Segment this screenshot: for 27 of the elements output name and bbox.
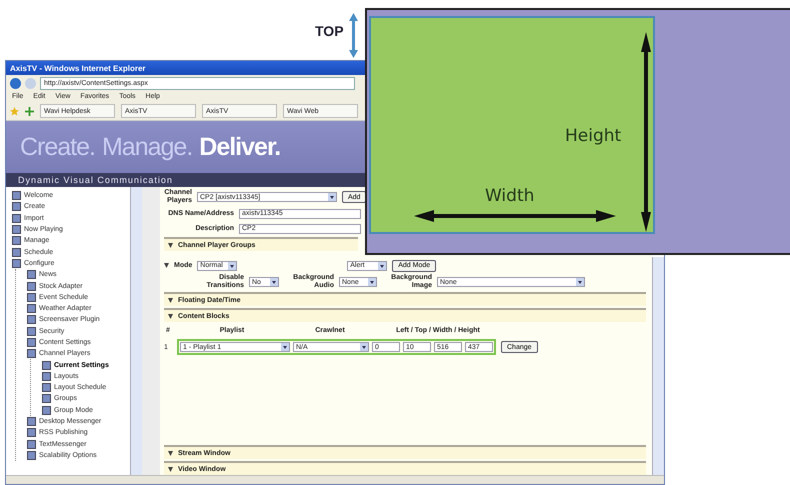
add-favorite-icon[interactable] <box>25 106 34 116</box>
dropdown-caret-icon <box>270 278 278 286</box>
triangle-icon <box>168 450 173 456</box>
banner-slogan-word: Create. <box>20 132 95 162</box>
dropdown-caret-icon <box>228 262 236 270</box>
dropdown-caret-icon <box>360 343 368 351</box>
star-icon[interactable] <box>10 106 19 116</box>
double-arrow-icon <box>349 13 358 58</box>
dropdown-caret-icon <box>576 278 584 286</box>
scrollbar[interactable] <box>652 257 664 475</box>
triangle-icon <box>168 242 173 248</box>
triangle-icon <box>168 298 173 302</box>
triangle-icon <box>168 466 173 472</box>
height-label: Height <box>565 126 622 146</box>
banner-slogan-word: Manage. <box>102 132 192 162</box>
dropdown-caret-icon <box>378 262 386 270</box>
top-label: TOP <box>315 23 344 39</box>
dropdown-caret-icon <box>281 343 289 351</box>
scrollbar[interactable] <box>130 187 142 475</box>
triangle-icon <box>168 314 173 318</box>
forward-icon[interactable] <box>25 78 36 88</box>
triangle-icon <box>164 263 169 268</box>
width-label: Width <box>485 186 534 206</box>
banner-slogan-word: Deliver. <box>199 132 280 162</box>
dropdown-caret-icon <box>368 278 376 286</box>
dropdown-caret-icon <box>328 193 336 201</box>
back-icon[interactable] <box>10 78 21 88</box>
